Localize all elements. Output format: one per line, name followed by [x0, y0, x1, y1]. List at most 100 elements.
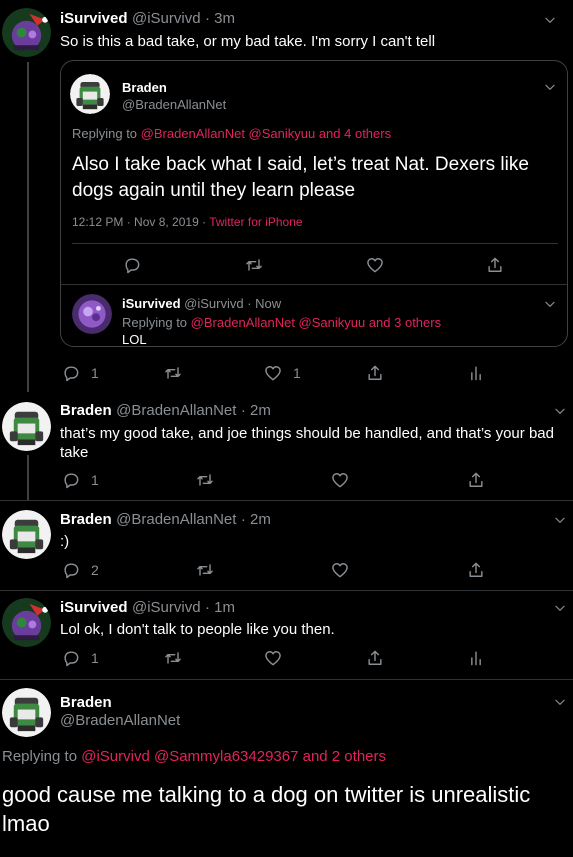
nested-header: iSurvived @iSurvivd · Now: [122, 296, 281, 311]
like-icon: [263, 363, 283, 383]
reply-button[interactable]: 1: [61, 363, 99, 383]
chevron-down-icon[interactable]: [543, 297, 557, 311]
reply-count: 1: [91, 472, 99, 488]
retweet-icon: [195, 560, 215, 580]
like-button[interactable]: [330, 470, 350, 490]
replying-targets[interactable]: @iSurvivd @Sammyla63429367 and 2 others: [81, 748, 386, 765]
tweet-time[interactable]: · 2m: [241, 402, 271, 419]
thread-line: [27, 455, 29, 500]
retweet-button[interactable]: [195, 560, 215, 580]
like-count: 1: [293, 365, 301, 381]
quoted-replying-to: Replying to @BradenAllanNet @Sanikyuu an…: [72, 126, 391, 141]
like-button[interactable]: [365, 255, 385, 275]
author-name[interactable]: Braden: [60, 694, 112, 711]
author-handle[interactable]: @BradenAllanNet: [116, 511, 236, 528]
tweet-time[interactable]: · 2m: [241, 511, 271, 528]
author-handle[interactable]: @BradenAllanNet: [60, 712, 180, 729]
replying-label: Replying to: [72, 126, 138, 141]
chevron-down-icon[interactable]: [553, 601, 567, 615]
share-button[interactable]: [466, 470, 486, 490]
quoted-avatar[interactable]: [70, 74, 110, 114]
share-button[interactable]: [365, 648, 385, 668]
author-name[interactable]: Braden: [60, 402, 112, 419]
like-icon: [365, 255, 385, 275]
share-icon: [485, 255, 505, 275]
chevron-down-icon[interactable]: [543, 13, 557, 27]
author-name[interactable]: iSurvived: [60, 10, 128, 27]
replying-targets[interactable]: @BradenAllanNet @Sanikyuu and 4 others: [141, 126, 391, 141]
retweet-button[interactable]: [244, 255, 264, 275]
reply-icon: [122, 255, 142, 275]
retweet-icon: [195, 470, 215, 490]
quoted-timestamp[interactable]: 12:12 PM · Nov 8, 2019 ·: [72, 215, 206, 229]
analytics-icon: [466, 648, 486, 668]
retweet-button[interactable]: [195, 470, 215, 490]
reply-count: 1: [91, 365, 99, 381]
nested-author-name[interactable]: iSurvived: [122, 296, 181, 311]
chevron-down-icon[interactable]: [553, 695, 567, 709]
avatar-image: [2, 688, 51, 737]
reply-button[interactable]: [122, 255, 142, 275]
avatar-image: [2, 8, 51, 57]
tweet-header: Braden @BradenAllanNet · 2m: [60, 402, 271, 420]
retweet-icon: [163, 648, 183, 668]
quoted-author-handle[interactable]: @BradenAllanNet: [122, 97, 226, 112]
retweet-button[interactable]: [163, 648, 183, 668]
replying-label: Replying to: [122, 315, 188, 330]
avatar-image: [70, 74, 110, 114]
retweet-button[interactable]: [163, 363, 183, 383]
nested-replying-to: Replying to @BradenAllanNet @Sanikyuu an…: [122, 315, 441, 330]
author-name[interactable]: iSurvived: [60, 599, 128, 616]
analytics-button[interactable]: [466, 648, 486, 668]
retweet-icon: [244, 255, 264, 275]
tweet-time[interactable]: · 3m: [205, 10, 235, 27]
reply-icon: [61, 470, 81, 490]
like-button[interactable]: [330, 560, 350, 580]
share-button[interactable]: [466, 560, 486, 580]
quoted-meta: 12:12 PM · Nov 8, 2019 · Twitter for iPh…: [72, 215, 303, 229]
nested-author-handle[interactable]: @iSurvivd: [184, 296, 243, 311]
chevron-down-icon[interactable]: [553, 404, 567, 418]
like-icon: [330, 470, 350, 490]
reply-button[interactable]: 1: [61, 470, 99, 490]
avatar-image: [2, 510, 51, 559]
reply-icon: [61, 648, 81, 668]
analytics-button[interactable]: [466, 363, 486, 383]
nested-avatar[interactable]: [72, 294, 112, 334]
avatar[interactable]: [2, 598, 51, 647]
chevron-down-icon[interactable]: [543, 80, 557, 94]
quoted-source[interactable]: Twitter for iPhone: [209, 215, 302, 229]
like-button[interactable]: 1: [263, 363, 301, 383]
share-button[interactable]: [365, 363, 385, 383]
author-handle[interactable]: @iSurvivd: [132, 10, 201, 27]
replying-targets[interactable]: @BradenAllanNet @Sanikyuu and 3 others: [191, 315, 441, 330]
avatar[interactable]: [2, 510, 51, 559]
author-handle[interactable]: @BradenAllanNet: [116, 402, 236, 419]
reply-button[interactable]: 1: [61, 648, 99, 668]
avatar[interactable]: [2, 8, 51, 57]
avatar-image: [2, 598, 51, 647]
avatar[interactable]: [2, 688, 51, 737]
share-button[interactable]: [485, 255, 505, 275]
tweet-header: iSurvived @iSurvivd · 1m: [60, 599, 235, 617]
nested-time[interactable]: · Now: [247, 296, 281, 311]
author-handle[interactable]: @iSurvivd: [132, 599, 201, 616]
replying-label: Replying to: [2, 748, 78, 765]
reply-count: 2: [91, 562, 99, 578]
like-icon: [263, 648, 283, 668]
quoted-author-name[interactable]: Braden: [122, 80, 167, 95]
retweet-icon: [163, 363, 183, 383]
share-icon: [466, 470, 486, 490]
tweet-text: :): [60, 533, 70, 550]
chevron-down-icon[interactable]: [553, 513, 567, 527]
reply-button[interactable]: 2: [61, 560, 99, 580]
author-name[interactable]: Braden: [60, 511, 112, 528]
share-icon: [365, 648, 385, 668]
thread-line: [27, 62, 29, 392]
tweet-time[interactable]: · 1m: [205, 599, 235, 616]
avatar-image: [2, 402, 51, 451]
avatar[interactable]: [2, 402, 51, 451]
main-tweet-text: good cause me talking to a dog on twitte…: [2, 782, 531, 836]
like-button[interactable]: [263, 648, 283, 668]
reply-icon: [61, 363, 81, 383]
